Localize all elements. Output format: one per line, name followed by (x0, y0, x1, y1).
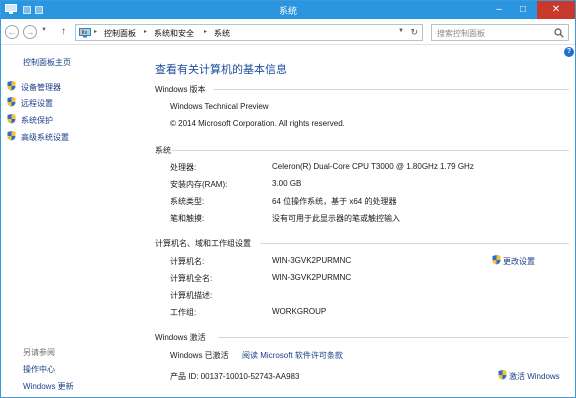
close-icon: ✕ (551, 4, 561, 15)
title-bar[interactable]: 系统 – □ ✕ (1, 1, 575, 19)
maximize-icon: □ (519, 4, 527, 15)
computer-name-label: 计算机名: (170, 257, 205, 266)
uac-shield-icon (492, 255, 501, 265)
up-button[interactable]: ↑ (61, 26, 66, 37)
search-box[interactable]: 搜索控制面板 (431, 24, 569, 41)
navigation-bar: ← → ▼ ↑ ▸ 控制面板 ▸ 系统和安全 ▸ 系统 ▼ ↻ 搜索控制面板 (1, 19, 575, 45)
forward-button[interactable]: → (23, 25, 37, 39)
section-computer-name: 计算机名、域和工作组设置 (155, 239, 251, 248)
refresh-icon[interactable]: ↻ (410, 27, 418, 38)
license-terms-link[interactable]: 阅读 Microsoft 软件许可条款 (242, 350, 343, 361)
section-windows-activation: Windows 激活 (155, 333, 206, 342)
system-window: 系统 – □ ✕ ← → ▼ ↑ ▸ 控制面板 ▸ 系统和安全 ▸ 系统 ▼ ↻ (0, 0, 576, 398)
sidebar-item-device-manager[interactable]: 设备管理器 (21, 82, 61, 93)
section-divider (260, 243, 569, 244)
sidebar-link-action-center[interactable]: 操作中心 (23, 364, 55, 375)
minimize-icon: – (496, 4, 502, 15)
change-settings-link[interactable]: 更改设置 (503, 256, 535, 267)
uac-shield-icon (7, 81, 16, 91)
pen-touch-label: 笔和触摸: (170, 214, 205, 223)
sidebar-item-advanced-settings[interactable]: 高级系统设置 (21, 132, 69, 143)
system-type-label: 系统类型: (170, 197, 205, 206)
close-button[interactable]: ✕ (537, 1, 575, 19)
control-panel-home-link[interactable]: 控制面板主页 (23, 57, 71, 68)
search-icon[interactable] (554, 28, 564, 38)
breadcrumb-system[interactable]: 系统 (214, 28, 230, 39)
sidebar-item-remote-settings[interactable]: 远程设置 (21, 98, 53, 109)
section-system: 系统 (155, 146, 171, 155)
forward-arrow-icon: → (25, 27, 35, 37)
ram-value: 3.00 GB (272, 179, 302, 188)
workgroup-value: WORKGROUP (272, 307, 327, 316)
full-computer-name-label: 计算机全名: (170, 274, 213, 283)
back-button[interactable]: ← (5, 25, 19, 39)
search-placeholder: 搜索控制面板 (437, 29, 485, 38)
page-title: 查看有关计算机的基本信息 (155, 64, 287, 76)
sidebar: 控制面板主页 设备管理器 远程设置 系统保护 高级系统设置 另请参阅 操作中心 … (1, 45, 146, 397)
workgroup-label: 工作组: (170, 308, 197, 317)
maximize-button[interactable]: □ (511, 1, 535, 19)
address-bar[interactable]: ▸ 控制面板 ▸ 系统和安全 ▸ 系统 ▼ ↻ (75, 24, 423, 41)
breadcrumb-control-panel[interactable]: 控制面板 (104, 28, 136, 39)
uac-shield-icon (7, 114, 16, 124)
main-content: ? 查看有关计算机的基本信息 Windows 版本 Windows Techni… (146, 45, 575, 397)
uac-shield-icon (7, 131, 16, 141)
back-arrow-icon: ← (7, 27, 17, 37)
pen-touch-value: 没有可用于此显示器的笔或触控输入 (272, 214, 400, 223)
sidebar-link-windows-update[interactable]: Windows 更新 (23, 381, 74, 392)
breadcrumb-separator: ▸ (94, 29, 98, 35)
ram-label: 安装内存(RAM): (170, 180, 228, 189)
minimize-button[interactable]: – (487, 1, 511, 19)
uac-shield-icon (498, 370, 507, 380)
recent-locations-chevron-icon[interactable]: ▼ (41, 27, 47, 33)
see-also-heading: 另请参阅 (23, 348, 55, 357)
full-computer-name-value: WIN-3GVK2PURMNC (272, 273, 352, 282)
section-divider (214, 89, 569, 90)
product-id: 产品 ID: 00137-10010-52743-AA983 (170, 372, 300, 381)
help-icon[interactable]: ? (564, 47, 574, 57)
computer-description-label: 计算机描述: (170, 291, 213, 300)
sidebar-item-system-protection[interactable]: 系统保护 (21, 115, 53, 126)
windows-edition-name: Windows Technical Preview (170, 102, 269, 111)
activation-status: Windows 已激活 (170, 351, 229, 360)
breadcrumb-separator[interactable]: ▸ (204, 28, 207, 35)
control-panel-icon (79, 28, 91, 38)
processor-value: Celeron(R) Dual-Core CPU T3000 @ 1.80GHz… (272, 162, 474, 171)
computer-name-value: WIN-3GVK2PURMNC (272, 256, 352, 265)
up-arrow-icon: ↑ (61, 26, 66, 37)
windows-copyright: © 2014 Microsoft Corporation. All rights… (170, 119, 345, 128)
system-type-value: 64 位操作系统，基于 x64 的处理器 (272, 197, 397, 206)
section-windows-edition: Windows 版本 (155, 85, 206, 94)
address-dropdown-chevron-icon[interactable]: ▼ (398, 28, 404, 34)
processor-label: 处理器: (170, 163, 197, 172)
breadcrumb-separator[interactable]: ▸ (144, 28, 147, 35)
section-divider (172, 150, 569, 151)
uac-shield-icon (7, 97, 16, 107)
section-divider (218, 337, 569, 338)
breadcrumb-system-security[interactable]: 系统和安全 (154, 28, 194, 39)
activate-windows-link[interactable]: 激活 Windows (509, 371, 560, 382)
